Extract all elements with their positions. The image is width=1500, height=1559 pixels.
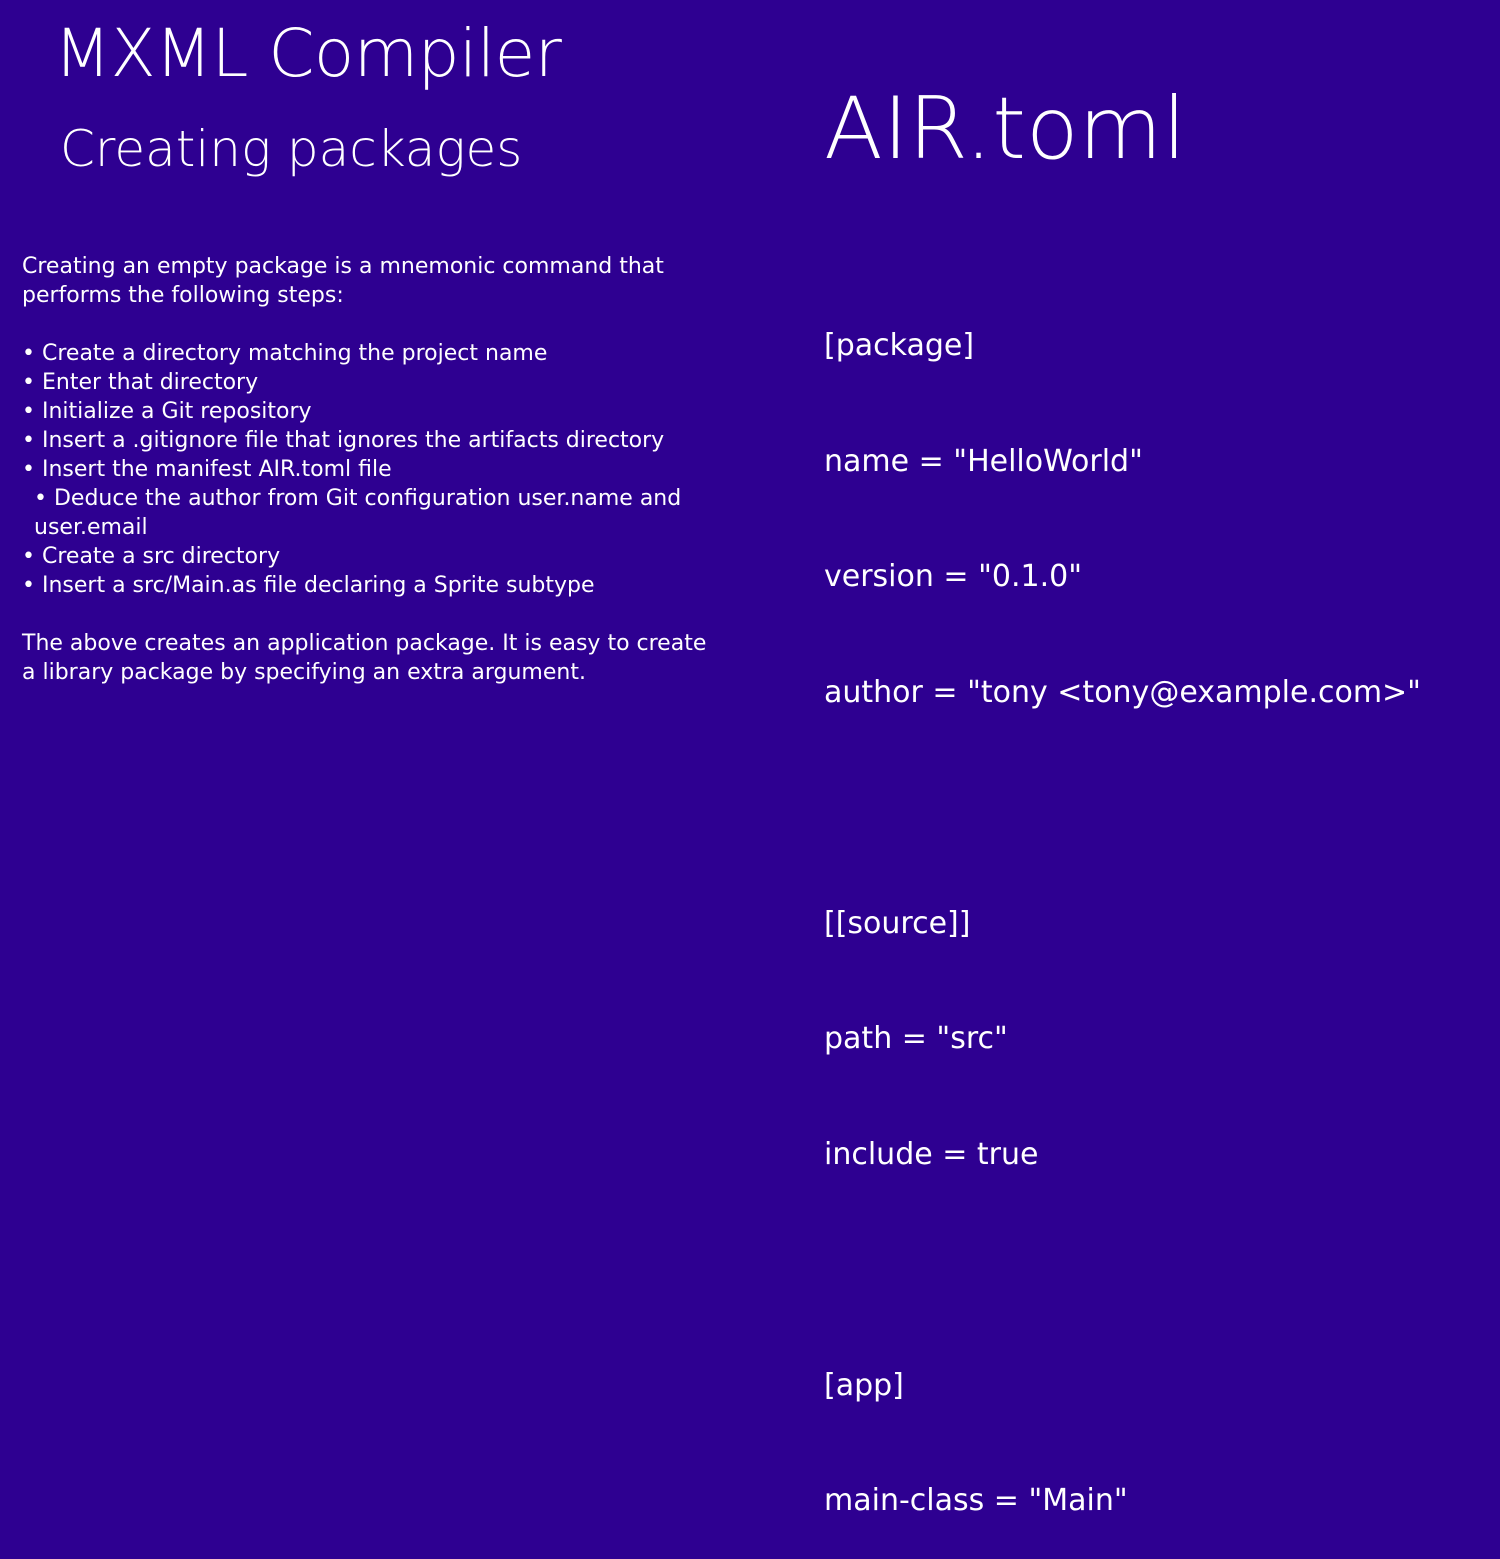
list-item: • Create a src directory	[22, 542, 722, 571]
description-outro: The above creates an application package…	[22, 631, 707, 685]
bullet-icon: •	[22, 370, 35, 395]
bullet-icon: •	[22, 457, 35, 482]
code-line: path = "src"	[824, 1021, 1008, 1056]
bullet-icon: •	[22, 399, 35, 424]
bullet-icon: •	[22, 428, 35, 453]
step-text: Deduce the author from Git configuration…	[34, 486, 682, 540]
code-line: author = "tony <tony@example.com>"	[824, 674, 1421, 710]
list-item: • Insert a .gitignore file that ignores …	[22, 426, 722, 455]
list-item: • Enter that directory	[22, 368, 722, 397]
manifest-code: [package] name = "HelloWorld" version = …	[824, 250, 1484, 1559]
bullet-icon: •	[22, 573, 35, 598]
step-text: Insert a src/Main.as file declaring a Sp…	[41, 573, 595, 598]
step-text: Initialize a Git repository	[41, 399, 312, 424]
bullet-icon: •	[22, 544, 35, 569]
code-line: [app]	[824, 1367, 904, 1403]
code-line: [[source]]	[824, 905, 971, 941]
step-text: Create a directory matching the project …	[41, 341, 548, 366]
page-title: MXML Compiler	[54, 15, 562, 92]
code-line: name = "HelloWorld"	[824, 443, 1143, 479]
list-item: • Initialize a Git repository	[22, 397, 722, 426]
step-text: Create a src directory	[41, 544, 281, 569]
list-item: • Insert the manifest AIR.toml file	[22, 455, 722, 484]
code-line: include = true	[824, 1136, 1039, 1172]
description-panel: Creating an empty package is a mnemonic …	[22, 252, 722, 687]
code-line: [package]	[824, 328, 975, 363]
bullet-icon: •	[22, 341, 35, 366]
code-line: main-class = "Main"	[824, 1483, 1128, 1518]
code-line: version = "0.1.0"	[824, 559, 1083, 594]
steps-list: • Create a directory matching the projec…	[22, 339, 722, 600]
bullet-icon: •	[34, 486, 47, 511]
manifest-title: AIR.toml	[824, 79, 1187, 179]
list-item: • Insert a src/Main.as file declaring a …	[22, 571, 722, 600]
step-text: Enter that directory	[41, 370, 259, 395]
description-intro: Creating an empty package is a mnemonic …	[22, 254, 664, 308]
list-item: • Deduce the author from Git configurati…	[22, 484, 722, 542]
step-text: Insert a .gitignore file that ignores th…	[41, 428, 665, 453]
step-text: Insert the manifest AIR.toml file	[41, 457, 392, 482]
page-subtitle: Creating packages	[60, 120, 523, 178]
list-item: • Create a directory matching the projec…	[22, 339, 722, 368]
